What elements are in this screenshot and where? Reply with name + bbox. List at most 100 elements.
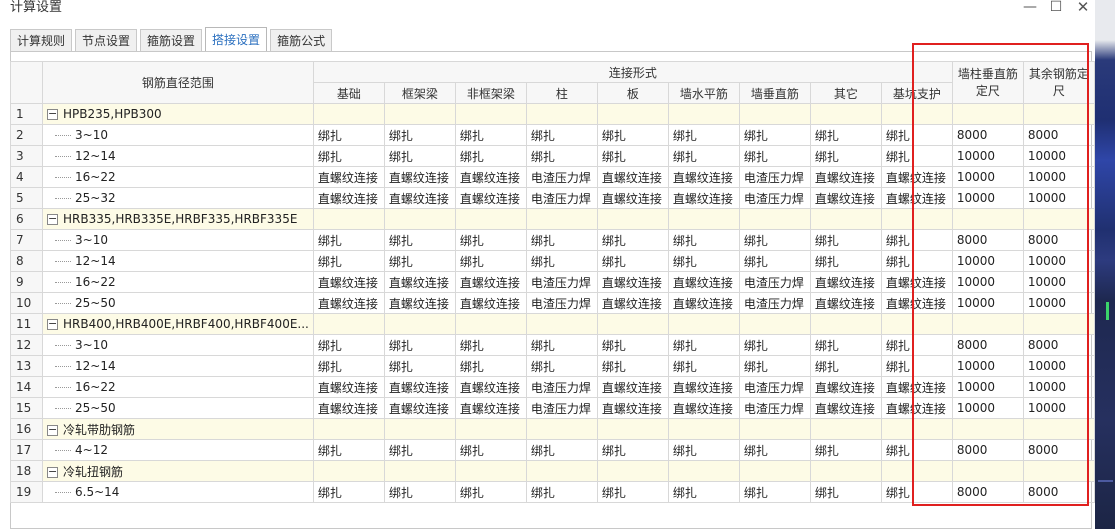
- tab-stirrup-settings[interactable]: 箍筋设置: [140, 29, 203, 52]
- connection-cell[interactable]: 绑扎: [525, 124, 598, 146]
- connection-cell[interactable]: [312, 460, 385, 482]
- connection-cell[interactable]: [667, 313, 740, 335]
- other-length-cell[interactable]: 8000: [1022, 229, 1095, 251]
- connection-cell[interactable]: [738, 208, 811, 230]
- connection-cell[interactable]: [525, 208, 598, 230]
- table-row[interactable]: 12 3~10 绑扎 绑扎 绑扎 绑扎 绑扎 绑扎 绑扎 绑扎 绑扎 8000 8000: [10, 334, 1095, 356]
- connection-cell[interactable]: 绑扎: [312, 334, 385, 356]
- connection-cell[interactable]: [454, 103, 527, 125]
- wall-column-length-cell[interactable]: 10000: [951, 271, 1024, 293]
- connection-cell[interactable]: 绑扎: [809, 439, 882, 461]
- wall-column-length-cell[interactable]: 10000: [951, 292, 1024, 314]
- connection-cell[interactable]: 绑扎: [667, 145, 740, 167]
- connection-cell[interactable]: 直螺纹连接: [809, 292, 882, 314]
- connection-cell[interactable]: [667, 460, 740, 482]
- connection-cell[interactable]: [667, 418, 740, 440]
- connection-cell[interactable]: [738, 460, 811, 482]
- connection-cell[interactable]: 绑扎: [454, 145, 527, 167]
- connection-cell[interactable]: [525, 460, 598, 482]
- connection-cell[interactable]: [738, 103, 811, 125]
- connection-cell[interactable]: 绑扎: [454, 355, 527, 377]
- connection-cell[interactable]: 绑扎: [596, 439, 669, 461]
- connection-cell[interactable]: 绑扎: [880, 145, 953, 167]
- connection-cell[interactable]: [809, 313, 882, 335]
- connection-cell[interactable]: 直螺纹连接: [454, 187, 527, 209]
- table-row[interactable]: 14 16~22 直螺纹连接 直螺纹连接 直螺纹连接 电渣压力焊 直螺纹连接 直螺纹连接 电渣压…: [10, 376, 1095, 398]
- connection-cell[interactable]: 绑扎: [312, 250, 385, 272]
- connection-cell[interactable]: 绑扎: [738, 250, 811, 272]
- connection-cell[interactable]: 电渣压力焊: [525, 397, 598, 419]
- connection-cell[interactable]: 绑扎: [596, 355, 669, 377]
- connection-cell[interactable]: 绑扎: [525, 334, 598, 356]
- close-icon[interactable]: ✕: [1073, 0, 1093, 17]
- connection-cell[interactable]: 绑扎: [809, 145, 882, 167]
- other-length-cell[interactable]: 8000: [1022, 334, 1095, 356]
- connection-cell[interactable]: 电渣压力焊: [738, 187, 811, 209]
- grade-group-cell[interactable]: − HPB235,HPB300: [42, 103, 314, 125]
- connection-cell[interactable]: 绑扎: [596, 124, 669, 146]
- diameter-range-cell[interactable]: 25~32: [42, 187, 314, 209]
- other-length-cell[interactable]: 8000: [1022, 481, 1095, 503]
- wall-column-length-cell[interactable]: [951, 103, 1024, 125]
- connection-cell[interactable]: 直螺纹连接: [383, 376, 456, 398]
- connection-cell[interactable]: 绑扎: [312, 229, 385, 251]
- collapse-icon[interactable]: −: [47, 213, 58, 225]
- connection-cell[interactable]: 直螺纹连接: [880, 166, 953, 188]
- connection-cell[interactable]: 直螺纹连接: [383, 292, 456, 314]
- connection-cell[interactable]: 绑扎: [667, 481, 740, 503]
- connection-cell[interactable]: 绑扎: [383, 229, 456, 251]
- connection-cell[interactable]: 绑扎: [383, 334, 456, 356]
- wall-column-length-cell[interactable]: 8000: [951, 229, 1024, 251]
- connection-cell[interactable]: 绑扎: [809, 250, 882, 272]
- connection-cell[interactable]: 直螺纹连接: [312, 397, 385, 419]
- other-length-cell[interactable]: 10000: [1022, 397, 1095, 419]
- connection-cell[interactable]: [525, 103, 598, 125]
- table-row[interactable]: 7 3~10 绑扎 绑扎 绑扎 绑扎 绑扎 绑扎 绑扎 绑扎 绑扎 8000 8000: [10, 229, 1095, 251]
- connection-cell[interactable]: [738, 313, 811, 335]
- connection-cell[interactable]: 绑扎: [525, 355, 598, 377]
- connection-cell[interactable]: 绑扎: [880, 481, 953, 503]
- connection-cell[interactable]: 直螺纹连接: [667, 376, 740, 398]
- other-length-cell[interactable]: 10000: [1022, 145, 1095, 167]
- connection-cell[interactable]: 直螺纹连接: [454, 376, 527, 398]
- connection-cell[interactable]: 直螺纹连接: [596, 166, 669, 188]
- other-length-cell[interactable]: 10000: [1022, 292, 1095, 314]
- wall-column-length-cell[interactable]: 10000: [951, 397, 1024, 419]
- connection-cell[interactable]: [525, 313, 598, 335]
- group-row[interactable]: 18− 冷轧扭钢筋: [10, 460, 1095, 482]
- table-row[interactable]: 4 16~22 直螺纹连接 直螺纹连接 直螺纹连接 电渣压力焊 直螺纹连接 直螺纹连接 电渣压力…: [10, 166, 1095, 188]
- collapse-icon[interactable]: −: [47, 424, 58, 436]
- connection-cell[interactable]: 绑扎: [596, 481, 669, 503]
- connection-cell[interactable]: 绑扎: [738, 481, 811, 503]
- connection-cell[interactable]: 直螺纹连接: [880, 397, 953, 419]
- connection-cell[interactable]: 绑扎: [738, 124, 811, 146]
- connection-cell[interactable]: [312, 313, 385, 335]
- wall-column-length-cell[interactable]: 8000: [951, 481, 1024, 503]
- connection-cell[interactable]: [809, 418, 882, 440]
- grade-group-cell[interactable]: − 冷轧带肋钢筋: [42, 418, 314, 440]
- connection-cell[interactable]: 绑扎: [383, 355, 456, 377]
- connection-cell[interactable]: 直螺纹连接: [667, 292, 740, 314]
- connection-cell[interactable]: 直螺纹连接: [454, 292, 527, 314]
- collapse-icon[interactable]: −: [47, 318, 58, 330]
- connection-cell[interactable]: 绑扎: [738, 145, 811, 167]
- diameter-range-cell[interactable]: 25~50: [42, 292, 314, 314]
- table-row[interactable]: 19 6.5~14 绑扎 绑扎 绑扎 绑扎 绑扎 绑扎 绑扎 绑扎 绑扎 8000 8000: [10, 481, 1095, 503]
- connection-cell[interactable]: 直螺纹连接: [454, 166, 527, 188]
- tab-calc-rules[interactable]: 计算规则: [10, 29, 73, 52]
- connection-cell[interactable]: 绑扎: [312, 481, 385, 503]
- connection-cell[interactable]: 绑扎: [880, 334, 953, 356]
- table-row[interactable]: 3 12~14 绑扎 绑扎 绑扎 绑扎 绑扎 绑扎 绑扎 绑扎 绑扎 10000 10000: [10, 145, 1095, 167]
- connection-cell[interactable]: 绑扎: [667, 229, 740, 251]
- connection-cell[interactable]: 直螺纹连接: [596, 376, 669, 398]
- connection-cell[interactable]: 绑扎: [454, 481, 527, 503]
- connection-cell[interactable]: 直螺纹连接: [809, 271, 882, 293]
- connection-cell[interactable]: 直螺纹连接: [880, 271, 953, 293]
- table-row[interactable]: 10 25~50 直螺纹连接 直螺纹连接 直螺纹连接 电渣压力焊 直螺纹连接 直螺纹连接 电渣压…: [10, 292, 1095, 314]
- connection-cell[interactable]: [667, 103, 740, 125]
- connection-cell[interactable]: 绑扎: [809, 229, 882, 251]
- connection-cell[interactable]: 直螺纹连接: [596, 187, 669, 209]
- diameter-range-cell[interactable]: 3~10: [42, 124, 314, 146]
- connection-cell[interactable]: 绑扎: [525, 229, 598, 251]
- connection-cell[interactable]: 绑扎: [383, 250, 456, 272]
